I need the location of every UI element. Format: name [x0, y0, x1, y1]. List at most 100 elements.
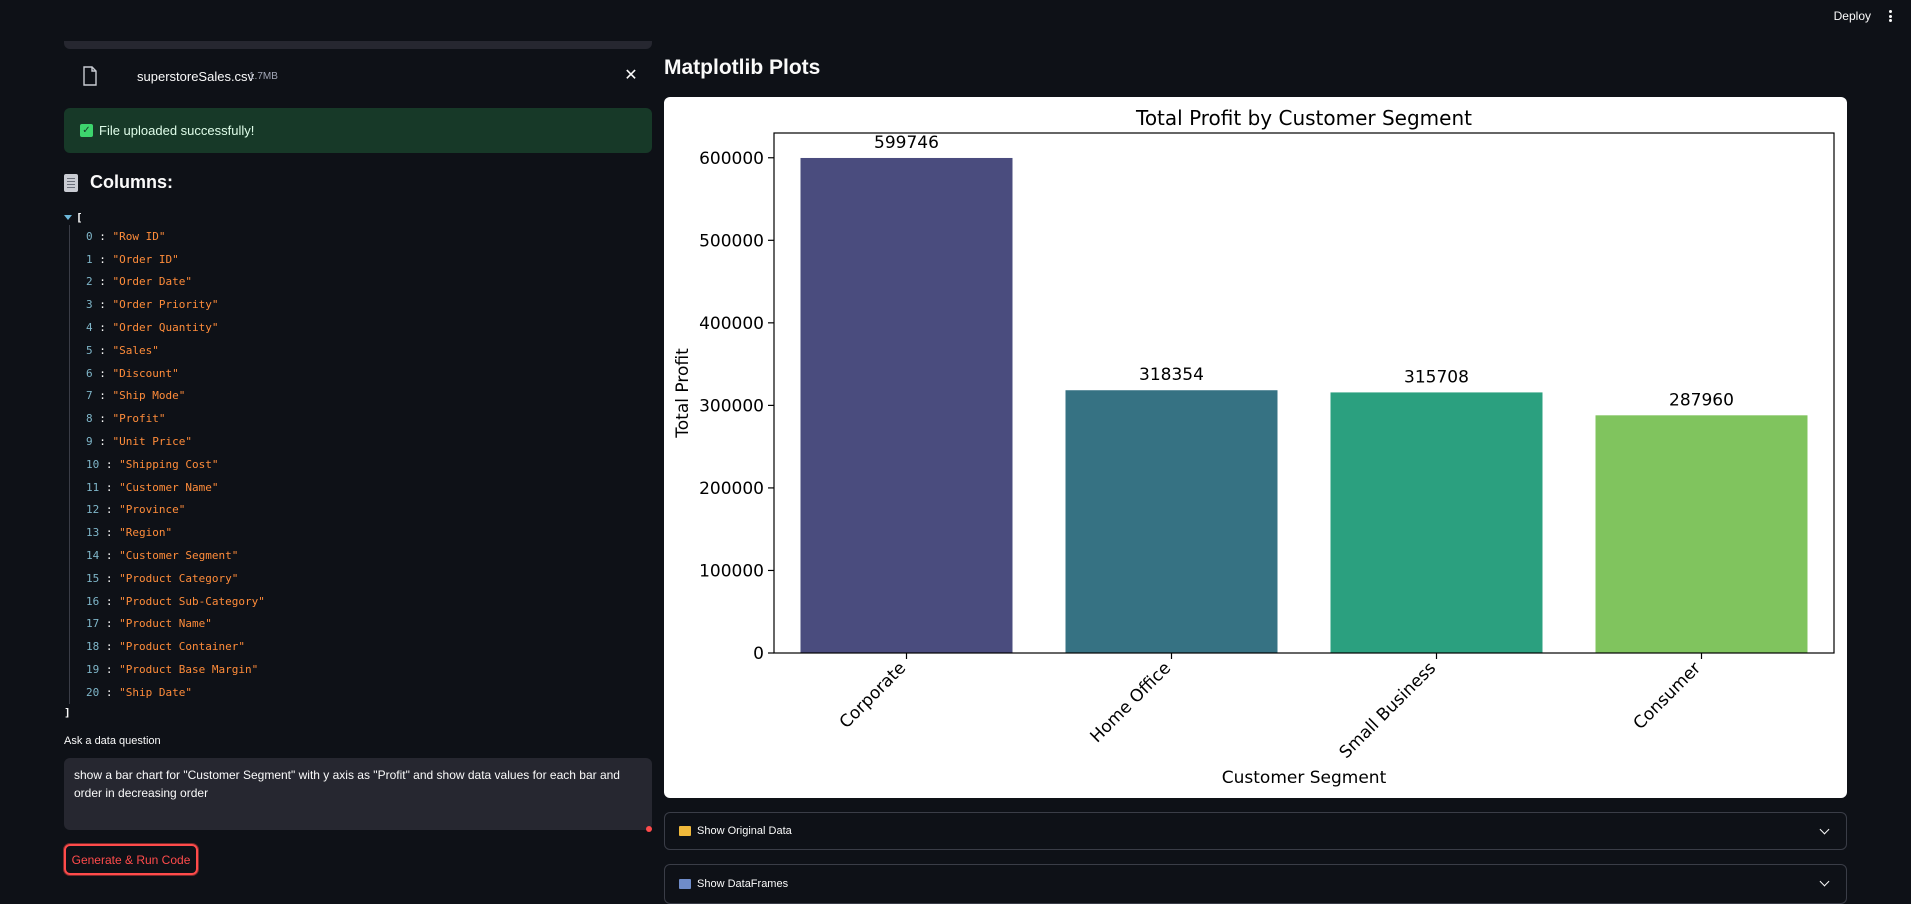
json-separator: :: [99, 571, 120, 585]
json-value: "Order Quantity": [112, 321, 219, 335]
json-row: 9 : "Unit Price": [86, 430, 652, 453]
json-separator: :: [99, 457, 120, 471]
json-separator: :: [99, 685, 120, 699]
y-axis-label: Total Profit: [673, 348, 693, 439]
json-row: 6 : "Discount": [86, 362, 652, 385]
json-row: 13 : "Region": [86, 521, 652, 544]
json-row: 20 : "Ship Date": [86, 681, 652, 704]
y-tick-label: 600000: [699, 149, 764, 169]
remove-file-close-icon[interactable]: ✕: [622, 67, 640, 85]
json-row: 1 : "Order ID": [86, 248, 652, 271]
collapse-caret-icon[interactable]: [64, 214, 72, 220]
json-value: "Discount": [112, 366, 179, 380]
json-separator: :: [92, 229, 113, 243]
file-size: 1.7MB: [249, 71, 278, 82]
json-separator: :: [99, 526, 120, 540]
bar: [800, 157, 1013, 653]
chevron-down-icon: [1819, 876, 1830, 887]
json-separator: :: [99, 480, 120, 494]
columns-heading: Columns:: [64, 172, 173, 193]
json-open-bracket: [: [76, 210, 83, 224]
more-options-icon[interactable]: [1883, 8, 1897, 24]
expander-label-dataframes: Show DataFrames: [697, 878, 789, 890]
json-separator: :: [92, 275, 113, 289]
plots-section-title: Matplotlib Plots: [664, 56, 821, 79]
json-index: 18: [86, 640, 100, 654]
json-value: "Unit Price": [112, 435, 192, 449]
json-separator: :: [92, 435, 113, 449]
chart-title: Total Profit by Customer Segment: [1135, 106, 1472, 130]
question-text: show a bar chart for "Customer Segment" …: [74, 768, 620, 800]
bar-chart-icon: [679, 879, 691, 889]
json-row: 12 : "Province": [86, 499, 652, 522]
json-index: 11: [86, 480, 100, 494]
json-close-bracket: ]: [64, 705, 71, 719]
matplotlib-figure: 599746 Corporate 318354 Home Office 315708 Sm…: [664, 97, 1847, 798]
show-original-data-expander[interactable]: Show Original Data: [664, 812, 1847, 850]
json-row: 0 : "Row ID": [86, 225, 652, 248]
resize-handle-icon[interactable]: [646, 826, 652, 832]
success-message: File uploaded successfully!: [99, 123, 255, 138]
data-label: 599746: [874, 133, 939, 153]
chevron-down-icon: [1819, 824, 1830, 835]
x-tick-label: Small Business: [1336, 658, 1440, 762]
json-index: 12: [86, 503, 100, 517]
json-index: 7: [86, 389, 93, 403]
json-row: 18 : "Product Container": [86, 635, 652, 658]
columns-title: Columns:: [90, 172, 173, 192]
x-tick-label: Home Office: [1086, 658, 1175, 747]
question-textarea[interactable]: show a bar chart for "Customer Segment" …: [64, 758, 652, 832]
json-value: "Ship Date": [119, 685, 192, 699]
json-value: "Region": [119, 526, 173, 540]
json-separator: :: [99, 617, 120, 631]
json-row: 5 : "Sales": [86, 339, 652, 362]
x-tick-label: Consumer: [1630, 658, 1705, 733]
json-value: "Order Date": [112, 275, 192, 289]
json-row: 16 : "Product Sub-Category": [86, 590, 652, 613]
json-index: 15: [86, 571, 100, 585]
ledger-icon: [64, 173, 78, 192]
json-separator: :: [92, 366, 113, 380]
json-index: 20: [86, 685, 100, 699]
json-separator: :: [99, 594, 120, 608]
json-index: 6: [86, 366, 93, 380]
success-alert: ✓ File uploaded successfully!: [64, 108, 652, 153]
generate-run-code-button[interactable]: Generate & Run Code: [64, 844, 198, 875]
json-items: 0 : "Row ID" 1 : "Order ID" 2 : "Order Dat…: [69, 225, 652, 704]
json-value: "Sales": [112, 343, 159, 357]
json-index: 16: [86, 594, 100, 608]
file-uploader-dropzone[interactable]: [64, 41, 652, 49]
top-bar: Deploy: [0, 0, 1911, 34]
deploy-button[interactable]: Deploy: [1834, 9, 1871, 23]
x-axis-label: Customer Segment: [1222, 768, 1387, 788]
y-tick-label: 300000: [699, 396, 764, 416]
json-separator: :: [99, 640, 120, 654]
json-value: "Product Category": [119, 571, 239, 585]
uploaded-file-row: superstoreSales.csv 1.7MB ✕: [82, 64, 652, 90]
json-value: "Product Name": [119, 617, 212, 631]
json-value: "Order Priority": [112, 298, 219, 312]
y-tick-label: 0: [753, 644, 764, 664]
json-row: 19 : "Product Base Margin": [86, 658, 652, 681]
show-dataframes-expander[interactable]: Show DataFrames: [664, 864, 1847, 904]
json-separator: :: [92, 343, 113, 357]
json-index: 10: [86, 457, 100, 471]
json-value: "Product Base Margin": [119, 663, 259, 677]
json-index: 1: [86, 252, 93, 266]
json-index: 3: [86, 298, 93, 312]
data-label: 315708: [1404, 367, 1469, 387]
y-tick-label: 400000: [699, 314, 764, 334]
folder-icon: [679, 826, 691, 836]
json-separator: :: [92, 389, 113, 403]
data-label: 287960: [1669, 390, 1734, 410]
json-separator: :: [99, 549, 120, 563]
json-index: 14: [86, 549, 100, 563]
json-row: 10 : "Shipping Cost": [86, 453, 652, 476]
json-row: 15 : "Product Category": [86, 567, 652, 590]
bar: [1595, 415, 1808, 653]
json-index: 8: [86, 412, 93, 426]
x-tick-label: Corporate: [836, 658, 910, 732]
json-separator: :: [99, 503, 120, 517]
bar: [1065, 390, 1278, 653]
question-label: Ask a data question: [64, 735, 161, 747]
